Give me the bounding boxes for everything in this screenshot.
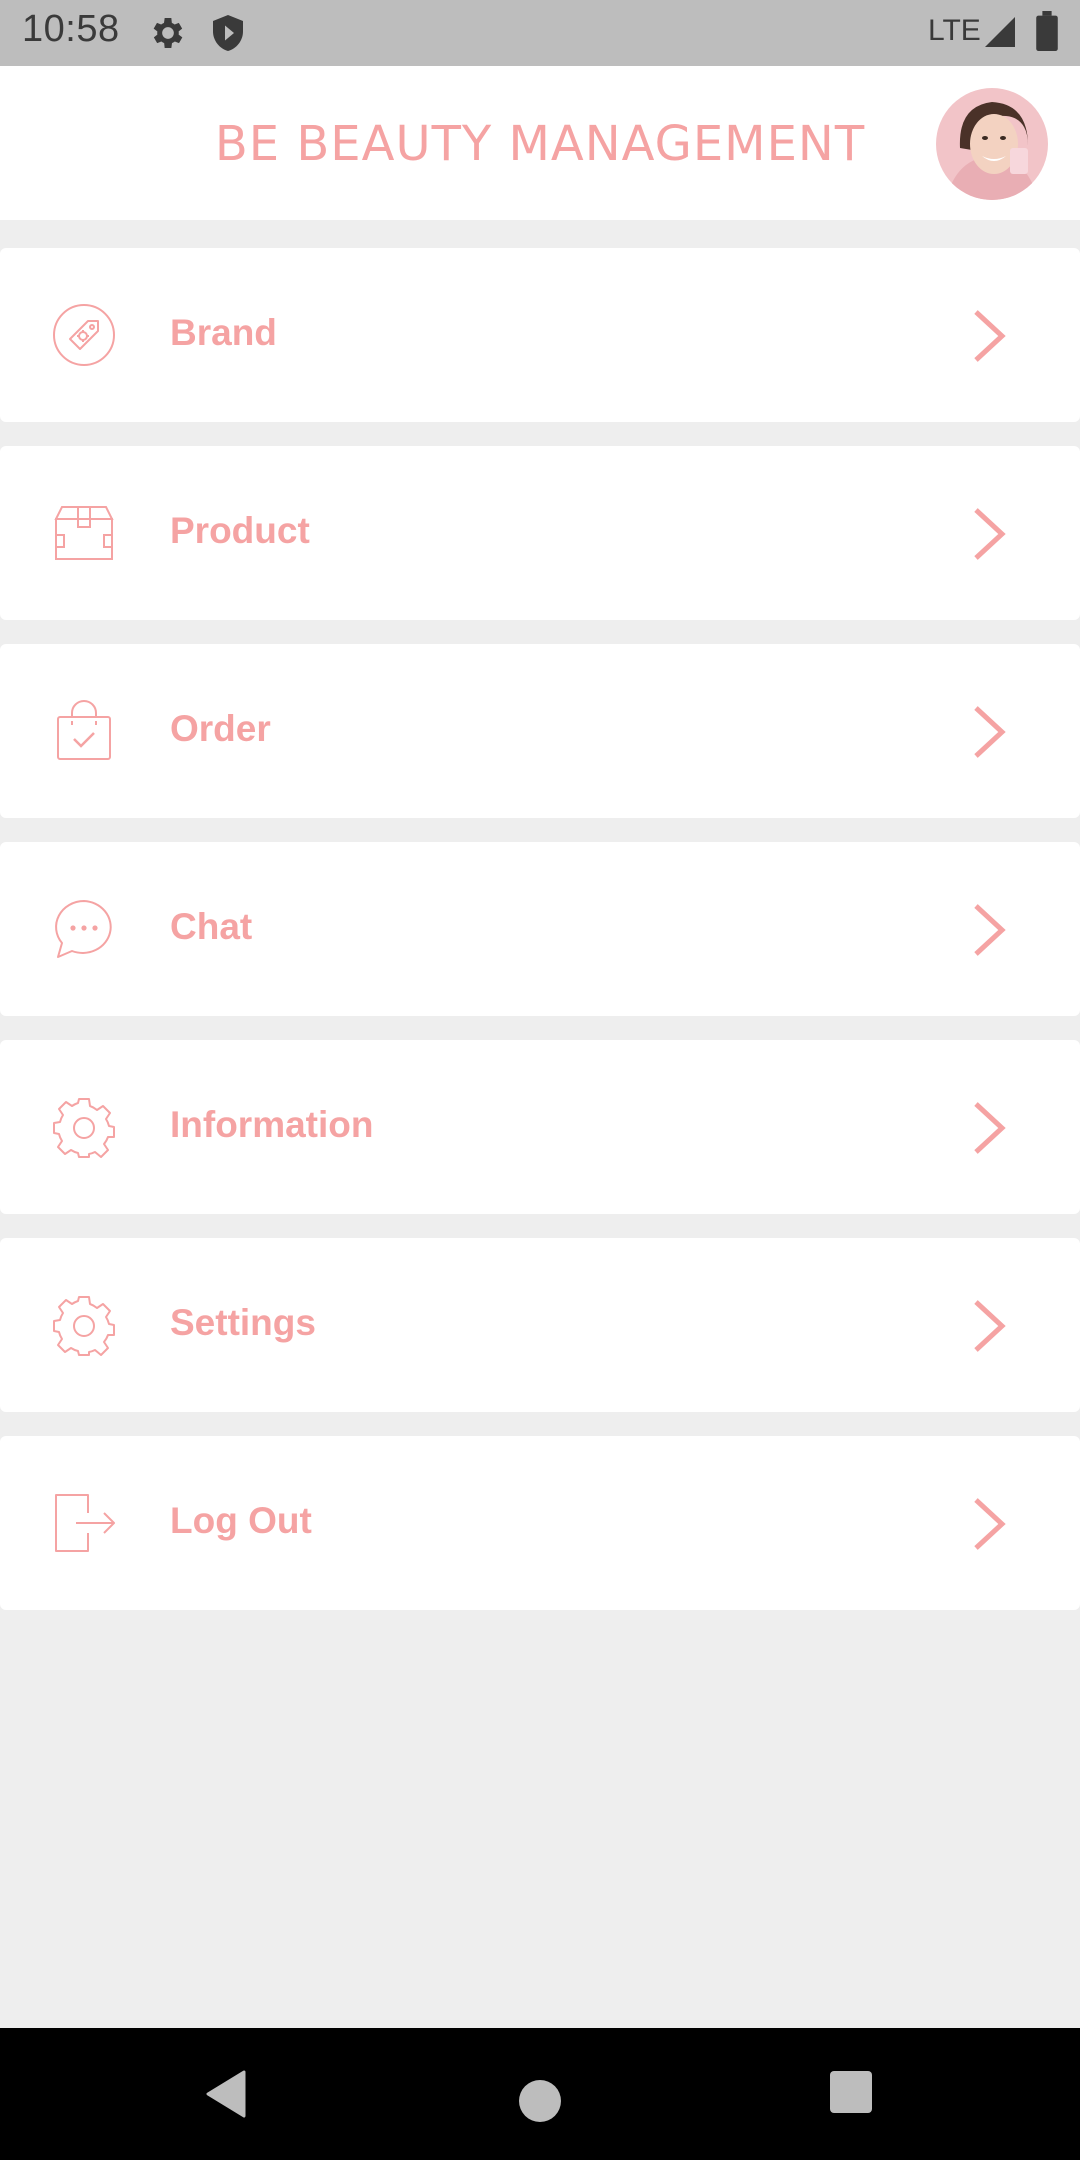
menu-item-label: Product bbox=[170, 510, 310, 551]
shopping-bag-icon bbox=[52, 699, 116, 763]
chevron-right-icon bbox=[970, 308, 1010, 364]
app-header: BE BEAUTY MANAGEMENT bbox=[0, 66, 1080, 220]
back-icon[interactable] bbox=[204, 2070, 248, 2123]
menu-item-label: Brand bbox=[170, 312, 277, 353]
chevron-right-icon bbox=[970, 1298, 1010, 1354]
shield-status-icon bbox=[210, 13, 246, 58]
app-title: BE BEAUTY MANAGEMENT bbox=[214, 116, 866, 172]
menu-item-label: Information bbox=[170, 1104, 374, 1145]
chevron-right-icon bbox=[970, 1496, 1010, 1552]
chevron-right-icon bbox=[970, 1100, 1010, 1156]
menu-item-information[interactable]: Information bbox=[0, 1040, 1080, 1214]
chevron-right-icon bbox=[970, 902, 1010, 958]
menu-item-brand[interactable]: Brand bbox=[0, 248, 1080, 422]
menu-item-label: Log Out bbox=[170, 1500, 312, 1541]
menu-item-order[interactable]: Order bbox=[0, 644, 1080, 818]
box-icon bbox=[52, 501, 116, 565]
menu-item-label: Settings bbox=[170, 1302, 316, 1343]
gear-icon bbox=[52, 1095, 116, 1159]
home-icon[interactable] bbox=[519, 2080, 561, 2122]
menu-item-logout[interactable]: Log Out bbox=[0, 1436, 1080, 1610]
recent-apps-icon[interactable] bbox=[830, 2071, 872, 2113]
status-time: 10:58 bbox=[22, 8, 120, 50]
status-bar: 10:58 LTE bbox=[0, 0, 1080, 66]
menu-item-product[interactable]: Product bbox=[0, 446, 1080, 620]
menu-item-label: Order bbox=[170, 708, 271, 749]
menu-item-settings[interactable]: Settings bbox=[0, 1238, 1080, 1412]
avatar[interactable] bbox=[936, 88, 1048, 200]
tag-icon bbox=[52, 303, 116, 367]
menu-item-chat[interactable]: Chat bbox=[0, 842, 1080, 1016]
settings-status-icon bbox=[148, 13, 188, 58]
logout-icon bbox=[52, 1491, 116, 1555]
chat-bubble-icon bbox=[52, 897, 116, 961]
network-type: LTE bbox=[928, 14, 981, 47]
battery-icon bbox=[1036, 11, 1058, 56]
signal-icon bbox=[982, 14, 1018, 55]
gear-icon bbox=[52, 1293, 116, 1357]
chevron-right-icon bbox=[970, 506, 1010, 562]
chevron-right-icon bbox=[970, 704, 1010, 760]
menu-item-label: Chat bbox=[170, 906, 253, 947]
navigation-bar bbox=[0, 2028, 1080, 2160]
